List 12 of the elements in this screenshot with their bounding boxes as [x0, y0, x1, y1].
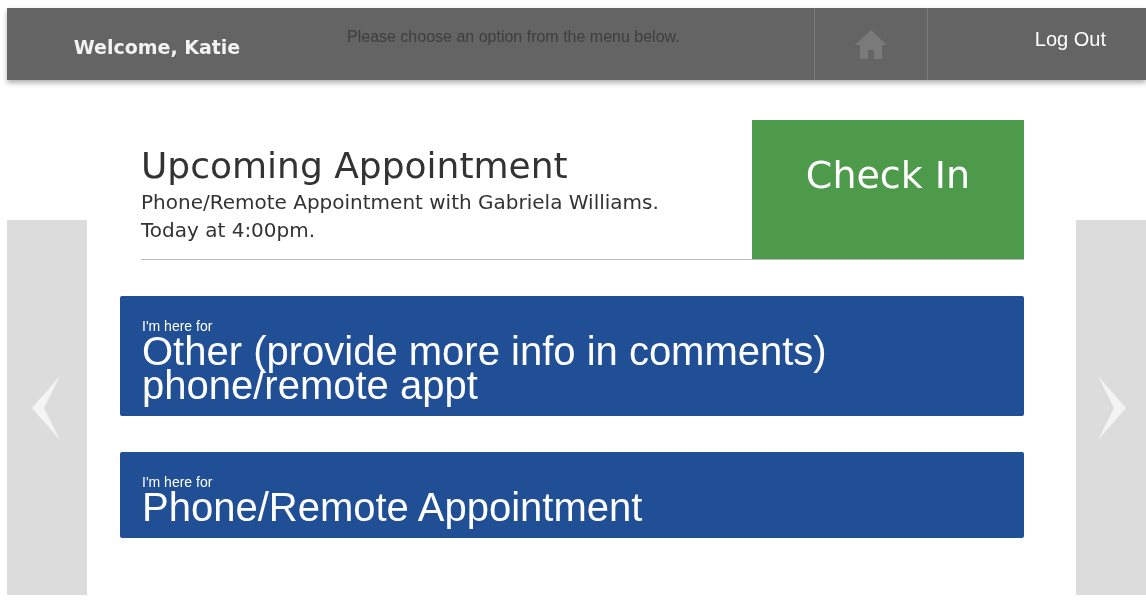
home-button[interactable] — [814, 8, 928, 80]
appointment-time: Today at 4:00pm. — [141, 217, 317, 244]
welcome-text: Welcome, Katie — [72, 35, 242, 60]
chevron-right-icon — [1096, 375, 1126, 440]
chevron-left-icon — [32, 375, 62, 440]
option-button[interactable]: I'm here for Other (provide more info in comments) phone/remote appt — [120, 296, 1024, 416]
previous-panel[interactable] — [7, 220, 87, 595]
option-button[interactable]: I'm here for Phone/Remote Appointment — [120, 452, 1024, 538]
next-panel[interactable] — [1076, 220, 1146, 595]
logout-button[interactable]: Log Out — [928, 8, 1146, 80]
appointment-title: Upcoming Appointment — [141, 144, 569, 188]
appointment-detail: Phone/Remote Appointment with Gabriela Williams. — [141, 189, 660, 216]
